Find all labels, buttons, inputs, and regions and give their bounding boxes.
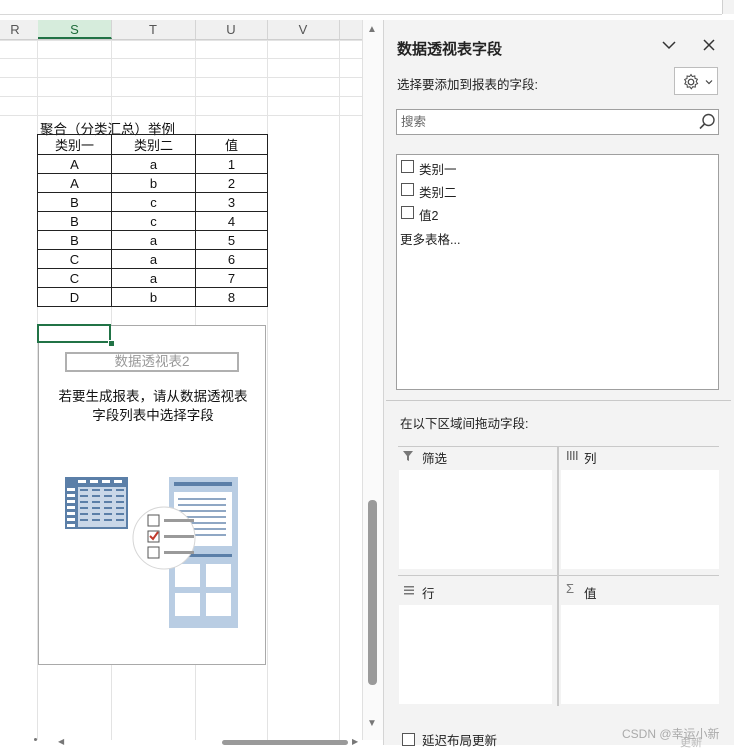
table-cell[interactable]: 1	[195, 154, 268, 174]
scroll-down-icon[interactable]: ▼	[367, 718, 377, 729]
sheet-tab-dots[interactable]	[34, 738, 37, 741]
search-input[interactable]	[401, 111, 686, 133]
table-cell[interactable]: c	[111, 192, 196, 212]
data-table: 类别一 类别二 值 Aa1 Ab2 Bc3 Bc4 Ba5 Ca6 Ca7 Db…	[37, 134, 268, 307]
columns-drop-area[interactable]	[561, 470, 719, 569]
table-cell[interactable]: D	[37, 287, 112, 307]
table-row: Bc3	[37, 192, 268, 212]
vertical-scroll-thumb[interactable]	[368, 500, 377, 685]
pane-subtitle: 选择要添加到报表的字段:	[397, 78, 538, 92]
horizontal-scroll-thumb[interactable]	[222, 740, 348, 745]
field-checkbox[interactable]	[401, 160, 414, 173]
table-cell[interactable]: 2	[195, 173, 268, 193]
table-row: Ab2	[37, 173, 268, 193]
field-label: 类别二	[419, 186, 457, 200]
gear-icon	[683, 73, 699, 90]
pivot-hint-line: 字段列表中选择字段	[92, 408, 214, 423]
table-row: Ba5	[37, 230, 268, 250]
table-cell[interactable]: B	[37, 192, 112, 212]
table-cell[interactable]: 5	[195, 230, 268, 250]
column-header-r[interactable]: R	[0, 20, 39, 39]
table-cell[interactable]: C	[37, 268, 112, 288]
more-tables-link[interactable]: 更多表格...	[400, 229, 460, 248]
columns-icon	[567, 451, 578, 460]
pivot-hint-line: 若要生成报表，请从数据透视表	[58, 389, 248, 404]
header-cell[interactable]: 值	[195, 134, 268, 155]
defer-update-checkbox[interactable]	[402, 733, 415, 746]
field-label: 值2	[419, 209, 439, 223]
filter-icon	[403, 451, 413, 461]
table-cell[interactable]: C	[37, 249, 112, 269]
defer-update-label: 延迟布局更新	[422, 734, 498, 748]
table-row: Ca7	[37, 268, 268, 288]
scroll-corner	[722, 0, 734, 14]
column-header-t[interactable]: T	[111, 20, 196, 39]
filters-area-label: 筛选	[422, 452, 448, 466]
fill-handle[interactable]	[108, 340, 115, 347]
pivot-illustration-icon	[65, 477, 238, 628]
filters-drop-area[interactable]	[399, 470, 552, 569]
table-cell[interactable]: 6	[195, 249, 268, 269]
rows-drop-area[interactable]	[399, 605, 552, 704]
close-icon[interactable]	[701, 37, 717, 53]
table-cell[interactable]: a	[111, 249, 196, 269]
columns-area-label: 列	[584, 452, 597, 466]
header-cell[interactable]: 类别一	[37, 134, 112, 155]
rows-icon	[404, 586, 414, 595]
table-cell[interactable]: a	[111, 268, 196, 288]
search-icon[interactable]	[697, 112, 717, 132]
table-cell[interactable]: 4	[195, 211, 268, 231]
table-row: Bc4	[37, 211, 268, 231]
table-cell[interactable]: 7	[195, 268, 268, 288]
scroll-up-icon[interactable]: ▲	[367, 24, 377, 35]
dropdown-arrow-icon	[705, 80, 713, 85]
pivot-hint-text: 若要生成报表，请从数据透视表 字段列表中选择字段	[44, 387, 262, 425]
column-header-u[interactable]: U	[195, 20, 268, 39]
chevron-down-icon[interactable]	[660, 36, 678, 54]
column-header-s[interactable]: S	[38, 20, 112, 39]
table-cell[interactable]: a	[111, 154, 196, 174]
tools-button[interactable]	[674, 67, 718, 95]
table-row: Db8	[37, 287, 268, 307]
table-row: Aa1	[37, 154, 268, 174]
values-area-label: 值	[584, 587, 597, 601]
table-cell[interactable]: B	[37, 211, 112, 231]
table-header-row: 类别一 类别二 值	[37, 134, 268, 155]
table-cell[interactable]: A	[37, 154, 112, 174]
pane-title: 数据透视表字段	[397, 41, 503, 58]
field-checkbox[interactable]	[401, 183, 414, 196]
rows-area-label: 行	[422, 587, 435, 601]
sigma-icon: Σ	[566, 581, 575, 596]
header-cell[interactable]: 类别二	[111, 134, 196, 155]
pivot-table-name: 数据透视表2	[65, 352, 239, 372]
values-drop-area[interactable]	[561, 605, 719, 704]
table-cell[interactable]: 3	[195, 192, 268, 212]
formula-bar-edge	[0, 0, 722, 15]
table-row: Ca6	[37, 249, 268, 269]
field-checkbox[interactable]	[401, 206, 414, 219]
column-header-v[interactable]: V	[267, 20, 340, 39]
table-cell[interactable]: b	[111, 287, 196, 307]
table-cell[interactable]: c	[111, 211, 196, 231]
selected-cell[interactable]	[37, 324, 111, 343]
column-header-bar: R S T U V	[0, 20, 362, 40]
table-cell[interactable]: B	[37, 230, 112, 250]
divider	[386, 400, 731, 401]
table-cell[interactable]: A	[37, 173, 112, 193]
table-cell[interactable]: a	[111, 230, 196, 250]
watermark: CSDN @幸运小新	[622, 727, 720, 741]
divider	[398, 575, 719, 576]
drag-areas-label: 在以下区域间拖动字段:	[400, 417, 529, 431]
table-cell[interactable]: b	[111, 173, 196, 193]
field-label: 类别一	[419, 163, 457, 177]
area-separator	[557, 446, 559, 706]
table-cell[interactable]: 8	[195, 287, 268, 307]
